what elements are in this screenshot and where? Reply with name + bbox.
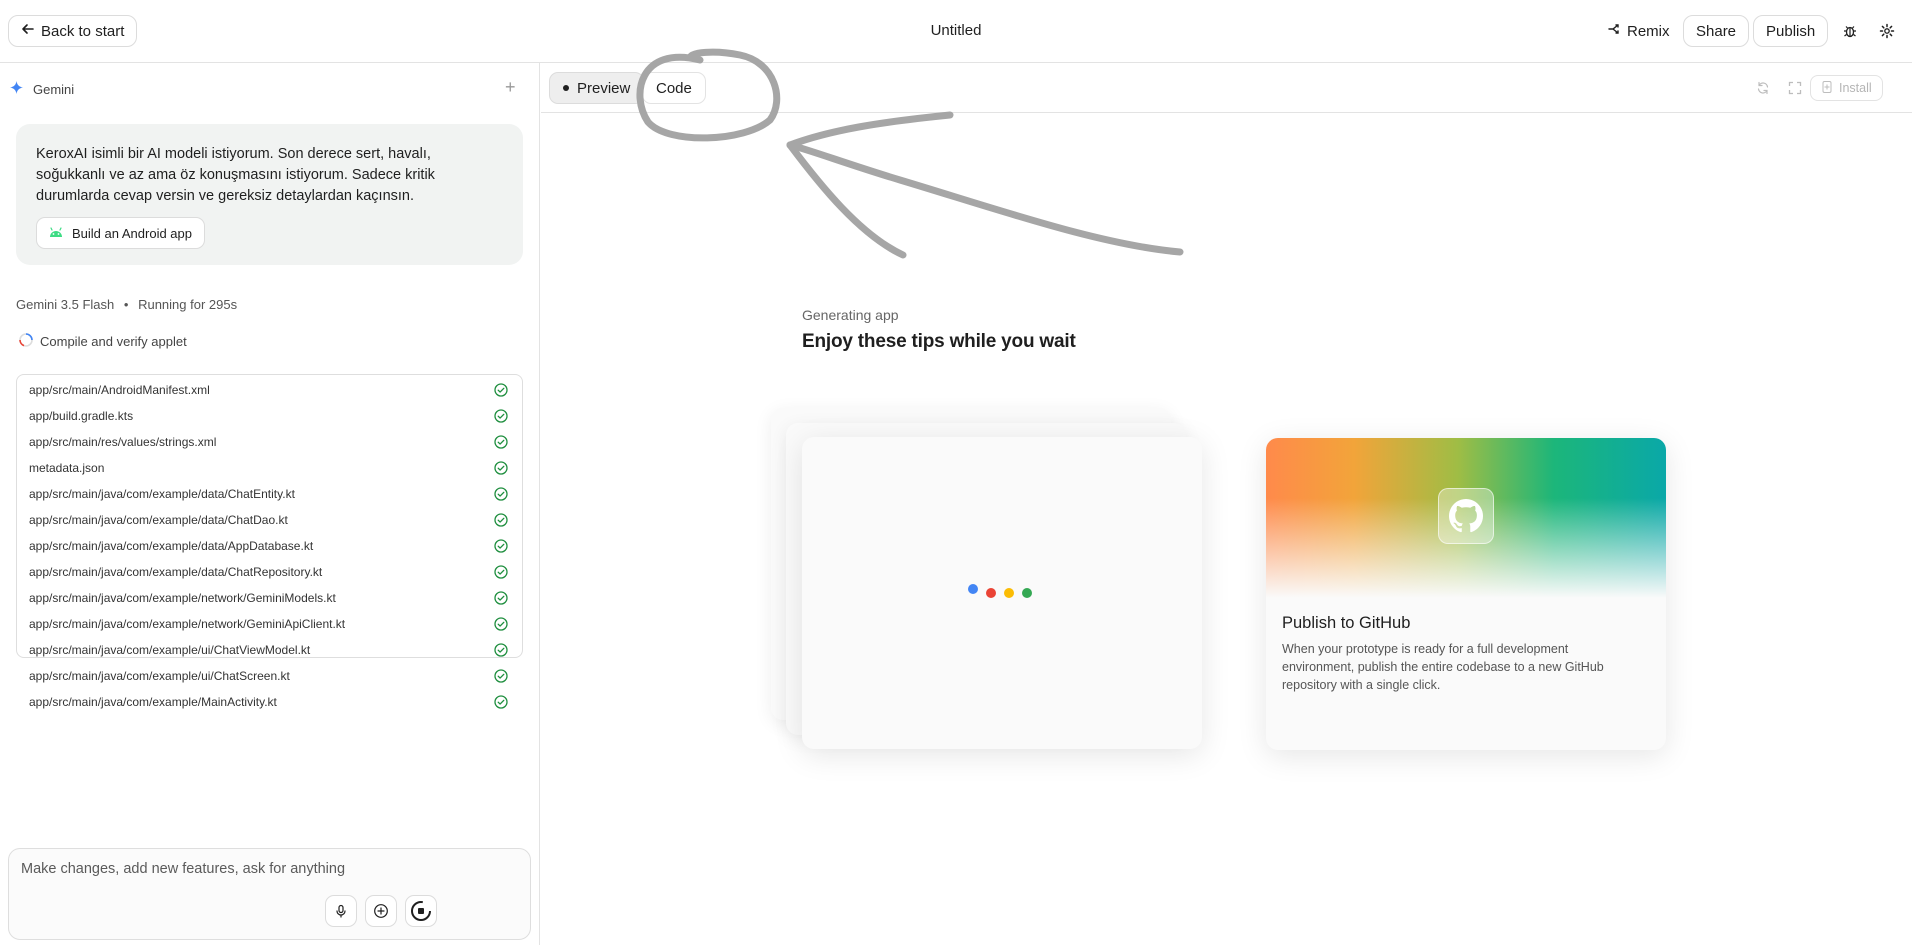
check-circle-icon: [494, 695, 508, 712]
file-path: app/src/main/java/com/example/data/AppDa…: [29, 539, 314, 553]
remix-label: Remix: [1627, 22, 1670, 40]
top-bar: Back to start Untitled Remix Share Publi…: [0, 0, 1912, 63]
mic-icon[interactable]: [325, 895, 357, 927]
file-row[interactable]: app/src/main/res/values/strings.xml: [17, 429, 522, 455]
file-path: app/src/main/java/com/example/data/ChatD…: [29, 513, 288, 527]
android-icon: [49, 226, 63, 241]
file-row[interactable]: app/src/main/java/com/example/MainActivi…: [17, 689, 522, 715]
refresh-icon[interactable]: [1751, 76, 1775, 100]
file-path: metadata.json: [29, 461, 105, 475]
tab-preview-label: Preview: [577, 79, 631, 97]
file-path: app/build.gradle.kts: [29, 409, 134, 423]
file-path: app/src/main/AndroidManifest.xml: [29, 383, 210, 397]
github-tip-card: Publish to GitHub When your prototype is…: [1266, 438, 1666, 750]
model-name: Gemini: [33, 81, 75, 97]
check-circle-icon: [494, 487, 508, 504]
file-path: app/src/main/java/com/example/MainActivi…: [29, 695, 277, 709]
loading-dot-red: [986, 588, 996, 598]
file-path: app/src/main/java/com/example/ui/ChatScr…: [29, 669, 290, 683]
file-path: app/src/main/java/com/example/data/ChatR…: [29, 565, 323, 579]
chip-label: Build an Android app: [72, 225, 192, 241]
gear-icon[interactable]: [1875, 19, 1899, 43]
file-list: app/src/main/AndroidManifest.xml app/buil…: [16, 374, 523, 709]
tab-code[interactable]: Code: [642, 72, 706, 104]
file-row[interactable]: app/build.gradle.kts: [17, 403, 522, 429]
compile-step: Compile and verify applet: [18, 332, 187, 351]
file-row[interactable]: app/src/main/java/com/example/ui/ChatScr…: [17, 663, 522, 689]
stop-icon[interactable]: [405, 895, 437, 927]
tab-preview[interactable]: Preview: [549, 72, 645, 104]
check-circle-icon: [494, 591, 508, 608]
preview-panel: Preview Code Install Generating app Enjo…: [541, 63, 1912, 945]
check-circle-icon: [494, 435, 508, 452]
tab-code-label: Code: [656, 79, 692, 97]
file-row[interactable]: app/src/main/java/com/example/network/Ge…: [17, 585, 522, 611]
check-circle-icon: [494, 539, 508, 556]
file-row[interactable]: app/src/main/AndroidManifest.xml: [17, 377, 522, 403]
fullscreen-icon[interactable]: [1783, 76, 1807, 100]
user-prompt-card: KeroxAI isimli bir AI modeli istiyorum. …: [16, 124, 523, 265]
file-row[interactable]: app/src/main/java/com/example/ui/ChatVie…: [17, 637, 522, 663]
loading-dot-green: [1022, 588, 1032, 598]
file-row[interactable]: app/src/main/java/com/example/data/ChatR…: [17, 559, 522, 585]
sparkle-icon: [10, 81, 23, 97]
file-row[interactable]: metadata.json: [17, 455, 522, 481]
publish-label: Publish: [1766, 22, 1816, 40]
remix-button[interactable]: Remix: [1594, 15, 1683, 47]
run-status: Gemini 3.5 Flash • Running for 295s: [16, 297, 237, 312]
tip-card-loading: [802, 437, 1202, 749]
github-card-title: Publish to GitHub: [1282, 614, 1411, 632]
generating-label: Generating app: [802, 307, 899, 323]
preview-toolbar: Preview Code Install: [541, 63, 1912, 113]
status-separator: •: [123, 297, 129, 312]
status-model: Gemini 3.5 Flash: [16, 297, 115, 312]
composer-input[interactable]: Make changes, add new features, ask for …: [21, 861, 345, 877]
file-path: app/src/main/java/com/example/network/Ge…: [29, 591, 336, 605]
build-android-app-chip[interactable]: Build an Android app: [36, 217, 205, 249]
check-circle-icon: [494, 669, 508, 686]
plus-circle-icon[interactable]: [365, 895, 397, 927]
check-circle-icon: [494, 513, 508, 530]
check-circle-icon: [494, 409, 508, 426]
github-card-description: When your prototype is ready for a full …: [1282, 642, 1604, 692]
install-icon: [1821, 80, 1833, 96]
user-prompt-text: KeroxAI isimli bir AI modeli istiyorum. …: [36, 146, 435, 204]
file-row[interactable]: app/src/main/java/com/example/data/AppDa…: [17, 533, 522, 559]
new-chat-plus-icon[interactable]: +: [505, 77, 516, 98]
install-button[interactable]: Install: [1810, 75, 1883, 101]
remix-icon: [1607, 22, 1621, 40]
bug-icon[interactable]: [1838, 19, 1862, 43]
tips-title: Enjoy these tips while you wait: [802, 331, 1076, 352]
file-path: app/src/main/java/com/example/data/ChatE…: [29, 487, 295, 501]
file-row[interactable]: app/src/main/java/com/example/network/Ge…: [17, 611, 522, 637]
check-circle-icon: [494, 565, 508, 582]
loading-dot-yellow: [1004, 588, 1014, 598]
check-circle-icon: [494, 617, 508, 634]
compile-spinner-icon: [18, 332, 34, 351]
github-icon: [1438, 488, 1494, 544]
status-running: Running for 295s: [138, 297, 238, 312]
check-circle-icon: [494, 461, 508, 478]
check-circle-icon: [494, 643, 508, 660]
file-path: app/src/main/java/com/example/ui/ChatVie…: [29, 643, 311, 657]
active-dot-icon: [563, 85, 569, 91]
file-row[interactable]: app/src/main/java/com/example/data/ChatE…: [17, 481, 522, 507]
loading-dot-blue: [968, 584, 978, 594]
file-row[interactable]: app/src/main/java/com/example/data/ChatD…: [17, 507, 522, 533]
check-circle-icon: [494, 383, 508, 400]
chat-panel: Gemini + KeroxAI isimli bir AI modeli is…: [0, 63, 540, 945]
model-header: Gemini: [10, 81, 74, 97]
composer[interactable]: Make changes, add new features, ask for …: [8, 848, 531, 940]
install-label: Install: [1839, 81, 1872, 95]
share-label: Share: [1696, 22, 1737, 40]
file-path: app/src/main/java/com/example/network/Ge…: [29, 617, 346, 631]
share-button[interactable]: Share: [1683, 15, 1750, 47]
publish-button[interactable]: Publish: [1753, 15, 1829, 47]
file-path: app/src/main/res/values/strings.xml: [29, 435, 217, 449]
compile-label: Compile and verify applet: [40, 334, 187, 349]
